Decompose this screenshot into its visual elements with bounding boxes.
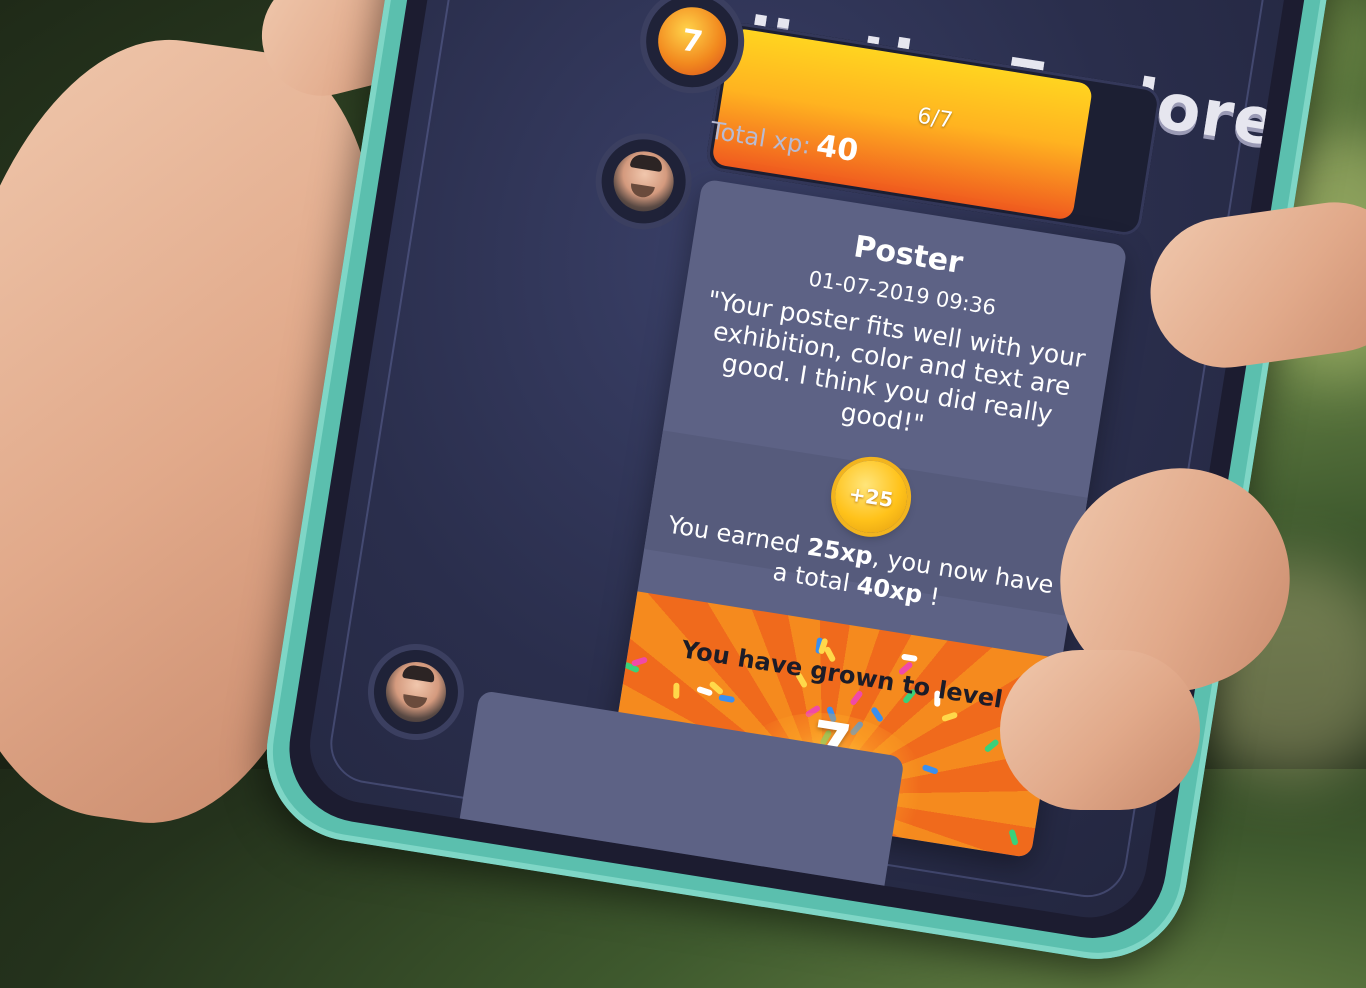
confetti-piece — [630, 656, 648, 667]
confetti-piece — [849, 689, 864, 707]
avatar-photo — [381, 657, 451, 727]
earned-suffix: ! — [919, 581, 942, 612]
level-number: 7 — [679, 22, 706, 61]
hand-finger — [1000, 650, 1200, 810]
level-badge-circle: 7 — [653, 2, 732, 81]
confetti-piece — [941, 711, 959, 723]
total-xp-value: 40 — [813, 128, 861, 170]
avatar-photo — [609, 147, 678, 216]
confetti-piece — [901, 653, 918, 663]
xp-badge-text: +25 — [847, 481, 895, 513]
confetti-piece — [1008, 828, 1019, 846]
